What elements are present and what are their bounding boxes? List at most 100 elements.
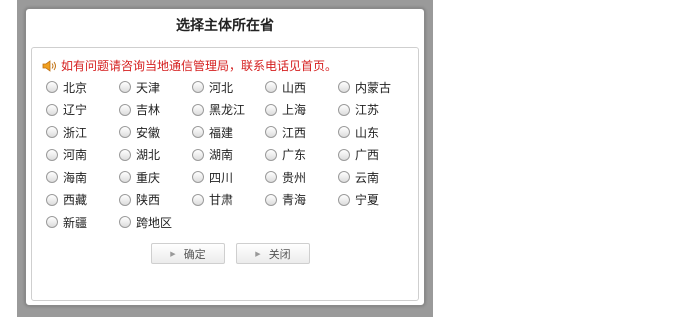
province-label: 青海 [282,193,307,207]
province-radio[interactable] [338,126,350,138]
province-radio[interactable] [46,81,58,93]
province-label: 广东 [282,148,307,162]
province-option[interactable]: 新疆 [46,212,114,232]
province-radio[interactable] [192,126,204,138]
province-option[interactable]: 河南 [46,145,114,165]
province-option[interactable]: 广西 [338,145,406,165]
province-radio[interactable] [338,103,350,116]
province-option[interactable]: 青海 [265,190,333,210]
province-radio[interactable] [119,193,131,206]
province-radio[interactable] [119,103,131,116]
province-radio[interactable] [119,81,131,93]
province-radio[interactable] [265,126,277,138]
province-option[interactable]: 山西 [265,77,333,97]
province-radio[interactable] [46,193,58,206]
province-option[interactable]: 吉林 [119,100,187,120]
province-radio[interactable] [338,81,350,93]
province-option[interactable]: 贵州 [265,167,333,187]
province-label: 福建 [209,125,234,140]
province-label: 辽宁 [63,103,88,117]
province-radio[interactable] [46,148,58,161]
province-label: 浙江 [63,125,88,140]
province-option[interactable]: 湖南 [192,145,260,165]
province-radio[interactable] [192,148,204,161]
province-option[interactable]: 北京 [46,77,114,97]
province-option[interactable]: 河北 [192,77,260,97]
province-radio[interactable] [265,171,277,183]
province-option[interactable]: 广东 [265,145,333,165]
confirm-button-label: 确定 [183,247,206,261]
province-option[interactable]: 辽宁 [46,100,114,120]
province-option[interactable]: 安徽 [119,122,187,142]
province-option[interactable]: 海南 [46,167,114,187]
province-radio[interactable] [192,193,204,206]
province-option[interactable]: 江苏 [338,100,406,120]
province-option[interactable]: 福建 [192,122,260,142]
province-radio[interactable] [119,148,131,161]
province-option[interactable]: 四川 [192,167,260,187]
province-label: 上海 [282,103,307,117]
province-radio[interactable] [338,148,350,161]
province-radio[interactable] [338,193,350,206]
province-option[interactable]: 黑龙江 [192,100,260,120]
province-label: 陕西 [136,193,161,207]
province-label: 天津 [136,80,161,95]
province-label: 新疆 [63,215,88,230]
province-label: 甘肃 [209,193,234,207]
province-label: 河南 [63,148,88,162]
province-label: 跨地区 [136,215,173,230]
province-radio[interactable] [265,193,277,206]
province-label: 海南 [63,170,88,185]
speaker-icon [42,60,56,72]
province-radio[interactable] [46,126,58,138]
triangle-right-icon: ▶ [170,249,176,258]
notice-line: 如有问题请咨询当地通信管理局，联系电话见首页。 [42,58,337,74]
province-radio[interactable] [46,103,58,116]
triangle-right-icon: ▶ [255,249,261,258]
province-option[interactable]: 内蒙古 [338,77,406,97]
province-label: 黑龙江 [209,103,246,117]
province-option[interactable]: 上海 [265,100,333,120]
province-label: 重庆 [136,170,161,185]
province-radio[interactable] [119,171,131,183]
province-label: 河北 [209,80,234,95]
confirm-button[interactable]: ▶ 确定 [151,243,225,264]
dialog-body: 如有问题请咨询当地通信管理局，联系电话见首页。 北京 天津 河北 山西 内蒙古辽宁 吉林 黑… [31,47,419,301]
province-option[interactable]: 山东 [338,122,406,142]
province-label: 湖南 [209,148,234,162]
province-option[interactable]: 湖北 [119,145,187,165]
province-option[interactable]: 重庆 [119,167,187,187]
province-radio[interactable] [119,126,131,138]
province-label: 安徽 [136,125,161,140]
province-option[interactable]: 甘肃 [192,190,260,210]
province-label: 云南 [355,170,380,185]
province-radio[interactable] [265,81,277,93]
province-option[interactable]: 跨地区 [119,212,187,232]
province-option[interactable]: 天津 [119,77,187,97]
province-radio[interactable] [192,171,204,183]
province-dialog: 选择主体所在省 如有问题请咨询当地通信管理局，联系电话见首页。 北京 天津 河北 山西… [25,8,425,306]
province-radio[interactable] [265,148,277,161]
province-radio[interactable] [192,103,204,116]
province-option[interactable]: 宁夏 [338,190,406,210]
province-label: 贵州 [282,170,307,185]
province-radio[interactable] [46,216,58,228]
province-option[interactable]: 江西 [265,122,333,142]
province-radio[interactable] [46,171,58,183]
province-radio[interactable] [119,216,131,228]
province-option[interactable]: 云南 [338,167,406,187]
province-option[interactable]: 陕西 [119,190,187,210]
province-option[interactable]: 浙江 [46,122,114,142]
province-radio[interactable] [338,171,350,183]
province-label: 西藏 [63,193,88,207]
province-label: 四川 [209,170,234,185]
province-label: 山东 [355,125,380,140]
province-label: 宁夏 [355,193,380,207]
province-option[interactable]: 西藏 [46,190,114,210]
province-radio[interactable] [192,81,204,93]
close-button[interactable]: ▶ 关闭 [236,243,310,264]
dialog-title: 选择主体所在省 [176,18,274,34]
province-label: 北京 [63,80,88,95]
province-radio[interactable] [265,103,277,116]
notice-text: 如有问题请咨询当地通信管理局，联系电话见首页。 [61,59,338,73]
